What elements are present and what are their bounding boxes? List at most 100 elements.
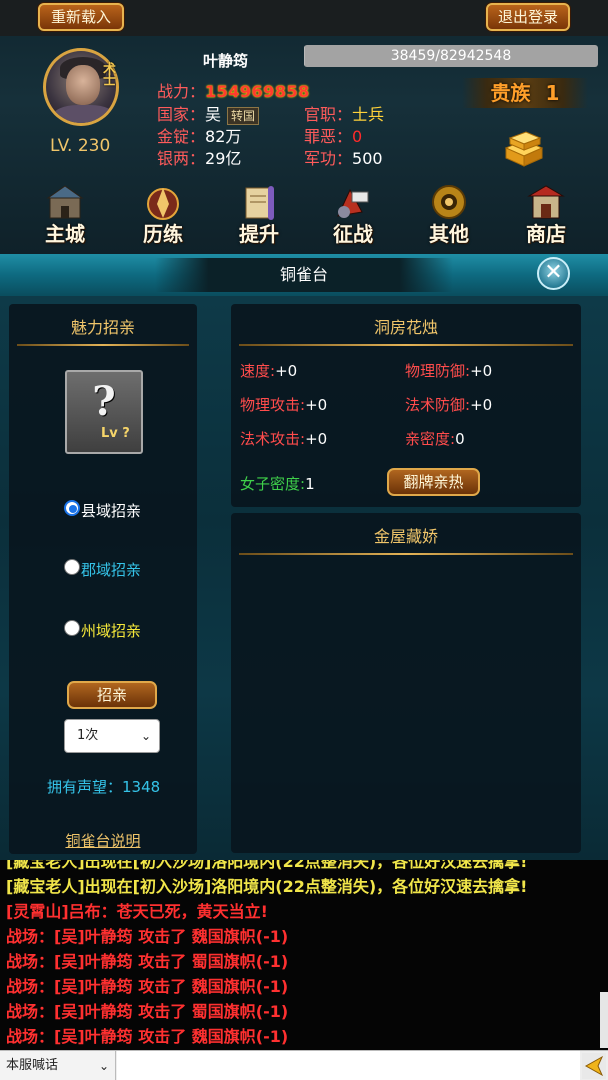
radio-dot[interactable] (64, 558, 80, 575)
intimacy-label: 亲密度: (405, 430, 456, 448)
power-value: 154969858 (205, 82, 310, 101)
pdef-value: +0 (470, 362, 493, 380)
gold-ingot-icon[interactable] (500, 126, 548, 172)
bridal-chamber-title: 洞房花烛 (373, 318, 438, 337)
magic-defense-attr: 法术防御:+0 (405, 394, 492, 415)
chat-log[interactable]: [藏宝老人]出现在[初入沙场]洛阳境内(22点整消失)，各位好汉速去擒拿! [藏… (0, 860, 608, 1050)
patk-label: 物理攻击: (240, 396, 306, 414)
merit-stat: 军功：500 (304, 145, 383, 169)
player-name: 叶静筠 (203, 52, 249, 70)
card-level: Lv ? (101, 426, 130, 441)
page-title: 铜雀台 (279, 265, 328, 284)
chat-line: 战场：[吴]叶静筠 攻击了 蜀国旗帜(-1) (6, 952, 289, 971)
times-select-value: 1次 (77, 728, 99, 743)
radio-label: 州域招亲 (81, 622, 142, 640)
chat-input-bar: 本服喊话 ⌄ (0, 1050, 608, 1080)
crime-label: 罪恶： (304, 127, 353, 146)
noble-badge[interactable]: 贵族 1 (462, 78, 588, 108)
matk-label: 法术攻击: (240, 430, 306, 448)
title-divider (239, 553, 573, 555)
nav-other[interactable]: 其他 (414, 180, 484, 246)
main-nav: 主城 历练 提升 征战 其他 商店 (0, 180, 608, 246)
avatar[interactable] (43, 48, 119, 126)
office-value: 士兵 (352, 105, 385, 124)
chat-channel-select[interactable]: 本服喊话 ⌄ (0, 1051, 116, 1080)
female-value: 1 (305, 475, 315, 493)
radio-county-recruit[interactable]: 县域招亲 (64, 499, 141, 521)
question-mark-icon: ? (92, 378, 116, 425)
crime-value: 0 (352, 127, 363, 146)
nation-stat: 国家：吴 转国 (157, 101, 260, 125)
title-bar: 铜雀台 (0, 254, 608, 296)
speed-attr: 速度:+0 (240, 360, 297, 381)
training-icon (147, 188, 179, 220)
chevron-down-icon: ⌄ (140, 729, 151, 743)
nav-training[interactable]: 历练 (128, 180, 198, 246)
noble-value: 1 (545, 81, 560, 105)
golden-house-panel: 金屋藏娇 (231, 513, 581, 853)
female-label: 女子密度: (240, 475, 306, 493)
magic-attack-attr: 法术攻击:+0 (240, 428, 327, 449)
nav-main-city[interactable]: 主城 (30, 180, 100, 246)
charm-recruit-title: 魅力招亲 (70, 318, 135, 337)
nation-label: 国家： (157, 105, 206, 124)
chat-line: 战场：[吴]叶静筠 攻击了 魏国旗帜(-1) (6, 927, 289, 946)
physical-defense-attr: 物理防御:+0 (405, 360, 492, 381)
nav-label: 主城 (45, 222, 85, 246)
chat-line: 战场：[吴]叶静筠 攻击了 蜀国旗帜(-1) (6, 1002, 289, 1021)
patk-value: +0 (305, 396, 328, 414)
exp-text: 38459/82942548 (390, 48, 512, 64)
battle-icon (337, 188, 369, 218)
chevron-down-icon: ⌄ (98, 1059, 109, 1073)
crime-stat: 罪恶：0 (304, 123, 362, 147)
chat-line: [藏宝老人]出现在[初入沙场]洛阳境内(22点整消失)，各位好汉速去擒拿! (6, 877, 528, 896)
flip-card-button[interactable]: 翻牌亲热 (387, 468, 480, 496)
gold-stat: 金锭：82万 (157, 123, 241, 147)
close-icon: ✕ (544, 260, 563, 285)
avatar-robe (52, 105, 116, 123)
logout-button[interactable]: 退出登录 (486, 3, 570, 31)
title-divider (17, 344, 189, 346)
mdef-label: 法术防御: (405, 396, 471, 414)
bridal-chamber-panel: 洞房花烛 速度:+0 物理防御:+0 物理攻击:+0 法术防御:+0 法术攻击:… (231, 304, 581, 507)
matk-value: +0 (305, 430, 328, 448)
merit-value: 500 (352, 149, 383, 168)
nav-label: 提升 (239, 222, 279, 246)
chat-scrollbar[interactable] (600, 992, 608, 1048)
radio-dot-selected[interactable] (64, 499, 80, 516)
office-label: 官职： (304, 105, 353, 124)
shop-icon (527, 185, 565, 219)
noble-label: 贵族 (490, 81, 531, 105)
close-button[interactable]: ✕ (537, 257, 570, 290)
office-stat: 官职：士兵 (304, 101, 384, 125)
class-tag: 术士 (100, 62, 115, 84)
nav-upgrade[interactable]: 提升 (224, 180, 294, 246)
nav-label: 历练 (143, 222, 183, 246)
radio-commandery-recruit[interactable]: 郡域招亲 (64, 558, 141, 580)
chat-line: 战场：[吴]叶静筠 攻击了 魏国旗帜(-1) (6, 1027, 289, 1046)
radio-province-recruit[interactable]: 州域招亲 (64, 619, 142, 641)
bronze-sparrow-content: 魅力招亲 ? Lv ? 县域招亲 郡域招亲 州域招亲 招亲 1次 ⌄ 拥有声望：… (0, 296, 608, 860)
nation-value: 吴 (205, 105, 222, 124)
nav-battle[interactable]: 征战 (318, 180, 388, 246)
charm-recruit-panel: 魅力招亲 ? Lv ? 县域招亲 郡域招亲 州域招亲 招亲 1次 ⌄ 拥有声望：… (9, 304, 197, 854)
speed-value: +0 (275, 362, 298, 380)
recruit-button[interactable]: 招亲 (67, 681, 157, 709)
reload-button[interactable]: 重新载入 (38, 3, 124, 31)
channel-value: 本服喊话 (6, 1058, 59, 1073)
unknown-beauty-card[interactable]: ? Lv ? (65, 370, 143, 454)
chat-message-input[interactable] (117, 1051, 580, 1080)
player-header: 重新载入 退出登录 术士 LV. 230 叶静筠 38459/82942548 … (0, 0, 608, 254)
speed-label: 速度: (240, 362, 276, 380)
nav-shop[interactable]: 商店 (511, 180, 581, 246)
player-level: LV. 230 (50, 136, 111, 156)
intimacy-value: 0 (455, 430, 465, 448)
bronze-sparrow-help-link[interactable]: 铜雀台说明 (9, 830, 197, 851)
radio-dot[interactable] (64, 619, 80, 636)
intimacy-attr: 亲密度:0 (405, 428, 465, 449)
nav-label: 商店 (526, 222, 566, 246)
times-select[interactable]: 1次 ⌄ (64, 719, 160, 753)
send-arrow-icon[interactable] (582, 1053, 606, 1079)
nav-label: 其他 (429, 222, 469, 246)
mdef-value: +0 (470, 396, 493, 414)
